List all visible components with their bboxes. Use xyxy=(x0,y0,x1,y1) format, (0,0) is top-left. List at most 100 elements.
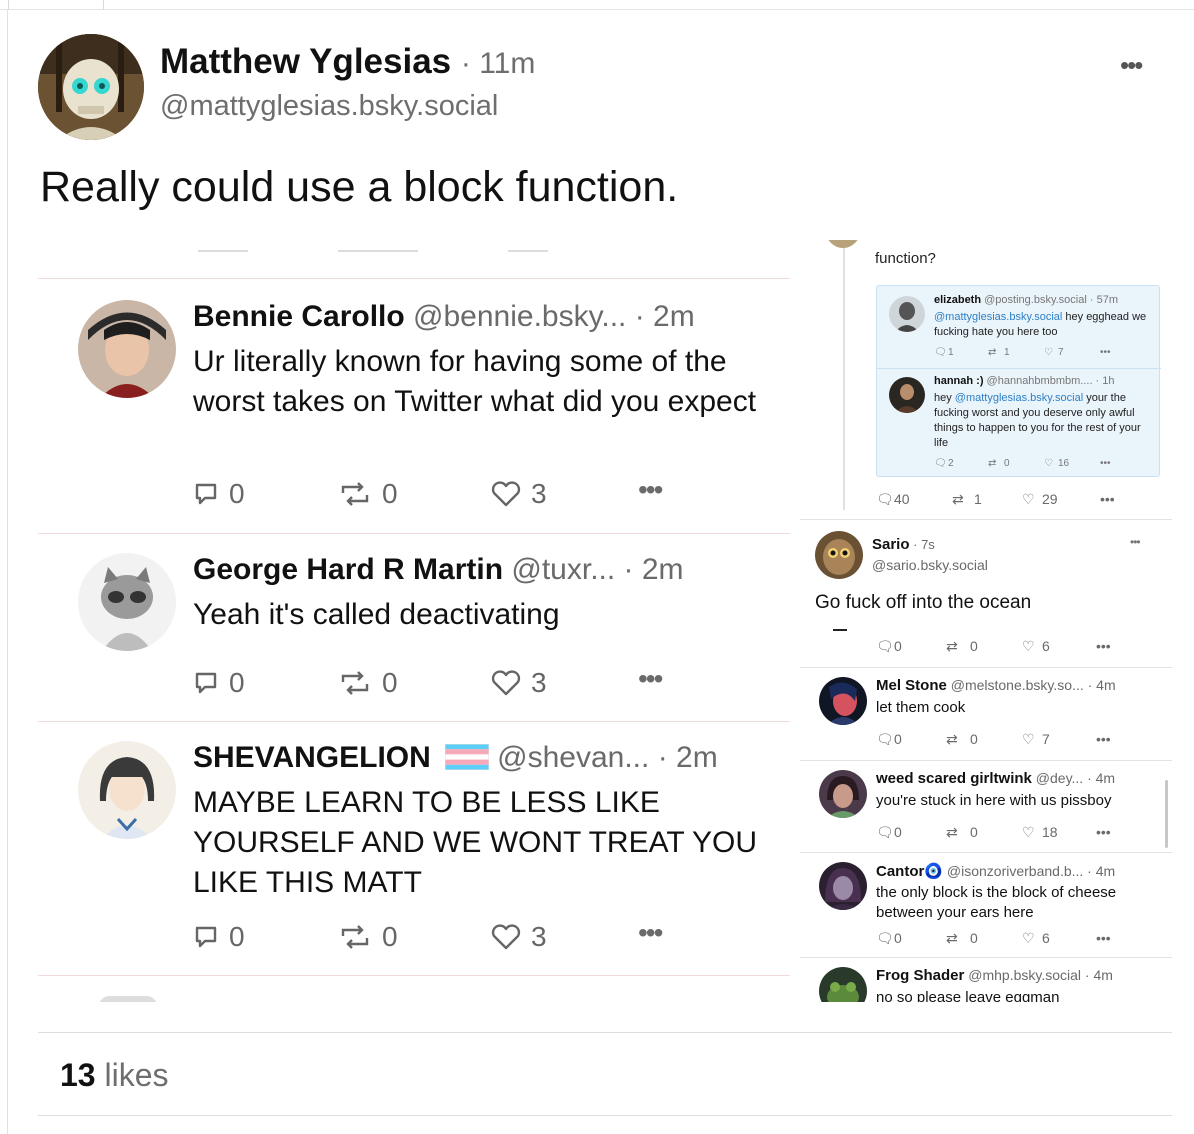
quote-divider xyxy=(877,368,1161,369)
heart-icon: ♡ xyxy=(1022,491,1035,507)
comment-count: 0 xyxy=(229,921,245,952)
reply-text: Yeah it's called deactivating xyxy=(193,598,560,631)
attached-screenshot-left[interactable]: Bennie Carollo @bennie.bsky... · 2m Ur l… xyxy=(38,240,790,1002)
reply-header: SHEVANGELION @shevan... · 2m xyxy=(193,741,718,775)
reply-meta: @tuxr... · 2m xyxy=(503,553,684,586)
scrollbar[interactable] xyxy=(1165,780,1168,848)
post-more-button[interactable]: ••• xyxy=(1120,50,1143,81)
heart-icon: ♡ xyxy=(1022,824,1035,840)
comment-icon: 🗨︎ xyxy=(934,347,947,358)
footer-divider xyxy=(38,1115,1172,1116)
reply-text: you're stuck in here with us pissboy xyxy=(876,792,1112,809)
reply-sario: Sario · 7s @sario.bsky.social ••• Go fuc… xyxy=(800,519,1172,667)
author-avatar[interactable] xyxy=(38,34,144,140)
reply-author-name: Bennie Carollo xyxy=(193,300,405,333)
reply-text: MAYBE LEARN TO BE LESS LIKE YOURSELF AND… xyxy=(193,786,757,899)
reply-author-name: weed scared girltwink xyxy=(876,770,1032,787)
reply-weed-scared-girltwink: weed scared girltwink @dey... · 4m you'r… xyxy=(800,760,1172,852)
reply-handle: @sario.bsky.social xyxy=(872,557,988,573)
repost-icon xyxy=(338,481,372,507)
trans-flag-icon xyxy=(445,744,490,771)
comment-icon: 🗨︎ xyxy=(876,930,894,946)
thread-text-fragment: function? xyxy=(875,250,936,267)
more-icon: ••• xyxy=(1096,731,1111,747)
more-icon: ••• xyxy=(1096,638,1111,654)
author-handle[interactable]: @mattyglesias.bsky.social xyxy=(160,90,498,123)
repost-count: 0 xyxy=(382,921,398,952)
reply-frog-shader: Frog Shader @mhp.bsky.social · 4m no so … xyxy=(800,957,1172,1002)
author-name-line[interactable]: Matthew Yglesias · 11m xyxy=(160,42,535,82)
comment-icon: 🗨︎ xyxy=(876,824,894,840)
cropped-avatar-fragment xyxy=(826,240,860,248)
repost-icon xyxy=(338,670,372,696)
repost-count: 0 xyxy=(382,667,398,698)
reply-header: George Hard R Martin @tuxr... · 2m xyxy=(193,553,684,587)
comment-icon: 🗨︎ xyxy=(876,731,894,747)
mention-link: @mattyglesias.bsky.social xyxy=(934,311,1063,323)
comment-icon xyxy=(193,670,219,696)
reply-author-name: Mel Stone xyxy=(876,677,947,694)
comment-icon xyxy=(193,924,219,950)
heart-icon: ♡ xyxy=(1022,930,1035,946)
more-icon: ••• xyxy=(638,917,663,948)
comment-icon xyxy=(193,481,219,507)
reply-meta: @melstone.bsky.so... · 4m xyxy=(946,677,1116,693)
cropped-text-fragment xyxy=(198,240,248,252)
attached-screenshot-right[interactable]: function? elizabeth @posting.bsky.social… xyxy=(800,240,1172,1002)
like-count: 3 xyxy=(531,921,547,952)
reply-bennie: Bennie Carollo @bennie.bsky... · 2m Ur l… xyxy=(38,278,790,534)
mention-link: @mattyglesias.bsky.social xyxy=(954,392,1084,404)
window-edge-tick xyxy=(8,0,9,10)
repost-icon: ⇄ xyxy=(946,731,958,747)
reply-divider xyxy=(38,975,790,976)
author-name[interactable]: Matthew Yglesias xyxy=(160,42,451,81)
reply-meta: · 7s xyxy=(909,537,935,552)
comment-count: 0 xyxy=(229,478,245,509)
likes-summary[interactable]: 13 likes xyxy=(60,1057,169,1094)
reply-meta: @shevan... · 2m xyxy=(497,741,718,774)
more-icon: ••• xyxy=(1100,458,1111,469)
reply-author-name: Frog Shader xyxy=(876,967,965,984)
cropped-text-fragment xyxy=(508,240,548,252)
repost-icon: ⇄ xyxy=(988,458,997,469)
cropped-text-fragment xyxy=(833,629,847,631)
more-icon: ••• xyxy=(1096,824,1111,840)
heart-icon: ♡ xyxy=(1022,731,1035,747)
post-text: Really could use a block function. xyxy=(40,163,679,211)
reply-mel-stone: Mel Stone @melstone.bsky.so... · 4m let … xyxy=(800,667,1172,760)
avatar xyxy=(78,300,176,398)
reply-meta: @isonzoriverband.b... · 4m xyxy=(943,863,1116,879)
heart-icon: ♡ xyxy=(1044,347,1053,358)
repost-icon xyxy=(338,924,372,950)
more-icon: ••• xyxy=(1096,930,1111,946)
avatar xyxy=(815,531,863,579)
reply-author-name: George Hard R Martin xyxy=(193,553,504,586)
comment-count: 0 xyxy=(229,667,245,698)
window-left-edge xyxy=(7,10,8,1134)
heart-icon xyxy=(491,924,521,950)
comment-icon: 🗨︎ xyxy=(876,491,894,507)
likes-count: 13 xyxy=(60,1057,96,1093)
avatar xyxy=(819,677,867,725)
reply-author-name: Cantor🧿 xyxy=(876,863,944,880)
heart-icon xyxy=(491,481,521,507)
avatar xyxy=(889,377,925,413)
post-time: · 11m xyxy=(460,47,536,80)
reply-author-name: SHEVANGELION xyxy=(193,741,431,774)
avatar xyxy=(889,296,925,332)
reply-cantor: Cantor🧿 @isonzoriverband.b... · 4m the o… xyxy=(800,852,1172,957)
reply-author-name: Sario xyxy=(872,536,910,553)
comment-icon: 🗨︎ xyxy=(876,638,894,654)
repost-icon: ⇄ xyxy=(952,491,964,507)
reply-george: George Hard R Martin @tuxr... · 2m Yeah … xyxy=(38,533,790,721)
footer-divider xyxy=(38,1032,1172,1033)
thread-line xyxy=(843,240,845,510)
avatar xyxy=(819,967,867,1002)
reply-shevangelion: SHEVANGELION @shevan... · 2m MAYBE LEARN… xyxy=(38,721,790,975)
cropped-avatar-fragment xyxy=(98,996,158,1002)
repost-icon: ⇄ xyxy=(946,824,958,840)
like-count: 3 xyxy=(531,667,547,698)
avatar xyxy=(819,862,867,910)
reply-text: no so please leave eggman xyxy=(876,989,1060,1002)
cropped-text-fragment xyxy=(338,240,418,252)
